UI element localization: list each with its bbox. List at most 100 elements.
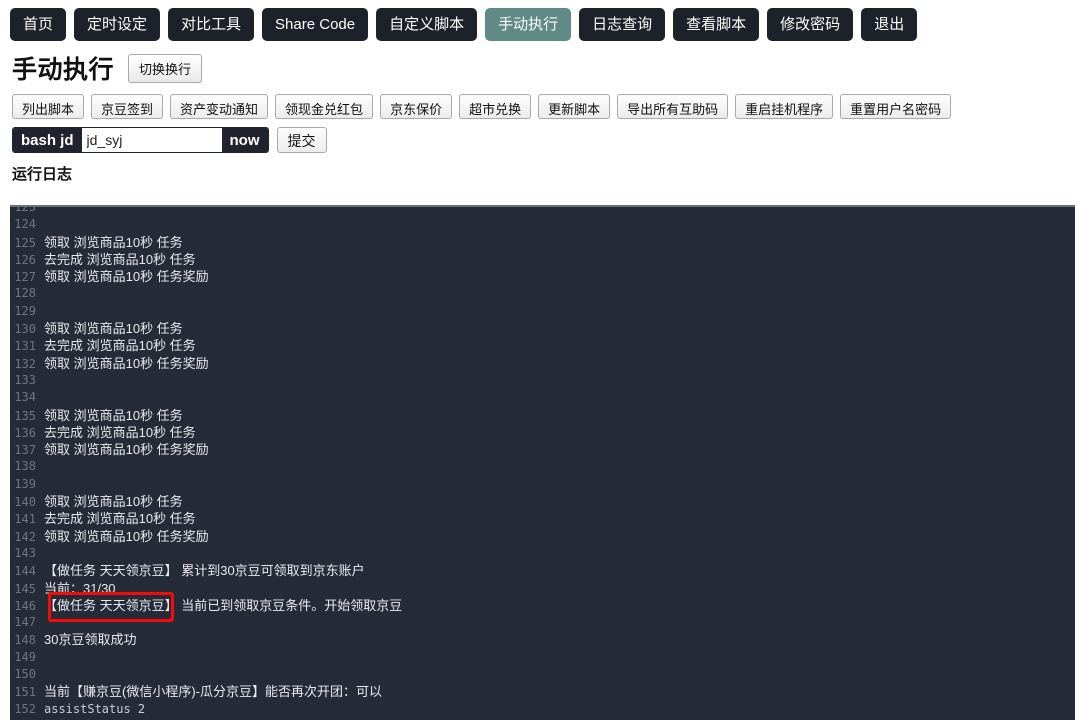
script-button-5[interactable]: 超市兑换 (459, 94, 532, 119)
top-navigation-bar: 首页 定时设定 对比工具 Share Code 自定义脚本 手动执行 日志查询 查看脚本 修改密… (0, 0, 1075, 44)
log-line: 130 领取 浏览商品10秒 任务 (10, 320, 1075, 337)
log-line: 148 30京豆领取成功 (10, 631, 1075, 648)
log-line-text: 去完成 浏览商品10秒 任务 (44, 251, 196, 267)
log-line-number: 126 (14, 252, 36, 267)
log-line-number: 148 (14, 633, 36, 648)
nav-button-6[interactable]: 日志查询 (579, 8, 666, 41)
log-line-text: 领取 浏览商品10秒 任务 (44, 234, 183, 250)
log-line: 136 去完成 浏览商品10秒 任务 (10, 424, 1075, 441)
toggle-wrap-button[interactable]: 切换换行 (128, 53, 203, 83)
log-line: 125 领取 浏览商品10秒 任务 (10, 234, 1075, 251)
log-line-text: 领取 浏览商品10秒 任务 (44, 321, 183, 337)
run-log-title: 运行日志 (12, 166, 73, 183)
log-line-number: 129 (14, 303, 36, 318)
nav-button-2[interactable]: 对比工具 (168, 8, 255, 41)
log-line: 124 (10, 216, 1075, 233)
page-title: 手动执行 (12, 56, 115, 84)
log-line: 141 去完成 浏览商品10秒 任务 (10, 510, 1075, 527)
log-line-number: 133 (14, 372, 36, 387)
nav-button-0[interactable]: 首页 (10, 8, 67, 41)
log-line-text: 【做任务 天天领京豆】 累计到30京豆可领取到京东账户 (44, 563, 365, 579)
run-log-panel[interactable]: 123 124 125 领取 浏览商品10秒 任务 126 去完成 浏览商品10秒 任务 1… (10, 205, 1075, 720)
log-line-number: 144 (14, 564, 36, 579)
log-line-text: 去完成 浏览商品10秒 任务 (44, 338, 196, 354)
log-line: 143 (10, 545, 1075, 562)
log-line: 134 (10, 389, 1075, 406)
log-line: 142 领取 浏览商品10秒 任务奖励 (10, 528, 1075, 545)
command-input-group: bash jd now (12, 127, 269, 153)
script-button-1[interactable]: 京豆签到 (91, 94, 164, 119)
log-line-number: 150 (14, 667, 36, 682)
log-line-number: 125 (14, 235, 36, 250)
command-suffix-label: now (221, 128, 268, 152)
log-line-number: 128 (14, 286, 36, 301)
log-line-number: 143 (14, 545, 36, 560)
log-line: 129 (10, 303, 1075, 320)
log-line-number: 152 (14, 701, 36, 716)
log-line-text: 领取 浏览商品10秒 任务 (44, 494, 183, 510)
log-line: 150 (10, 666, 1075, 683)
log-line-number: 142 (14, 529, 36, 544)
log-line: 138 (10, 458, 1075, 475)
log-line-text: 当前【赚京豆(微信小程序)-瓜分京豆】能否再次开团：可以 (44, 684, 382, 700)
log-line-number: 134 (14, 390, 36, 405)
log-line-number: 149 (14, 649, 36, 664)
log-line-text: assistStatus 2 (44, 701, 146, 716)
script-button-0[interactable]: 列出脚本 (12, 94, 85, 119)
nav-button-3[interactable]: Share Code (262, 8, 369, 41)
log-line-number: 132 (14, 356, 36, 371)
log-line: 137 领取 浏览商品10秒 任务奖励 (10, 441, 1075, 458)
log-line-number: 141 (14, 512, 36, 527)
nav-button-5[interactable]: 手动执行 (485, 8, 572, 41)
log-line: 147 (10, 614, 1075, 631)
log-line-text: 领取 浏览商品10秒 任务奖励 (44, 528, 209, 544)
nav-button-8[interactable]: 修改密码 (767, 8, 854, 41)
script-action-buttons: 列出脚本 京豆签到 资产变动通知 领现金兑红包 京东保价 超市兑换 更新脚本 导出所有互助码重… (0, 84, 1075, 119)
log-line-number: 147 (14, 615, 36, 630)
log-line: 135 领取 浏览商品10秒 任务 (10, 407, 1075, 424)
script-button-4[interactable]: 京东保价 (380, 94, 453, 119)
log-line-text: 当前：31/30 (44, 580, 116, 596)
log-line: 127 领取 浏览商品10秒 任务奖励 (10, 268, 1075, 285)
log-line-number: 151 (14, 685, 36, 700)
nav-button-7[interactable]: 查看脚本 (673, 8, 760, 41)
log-line: 144 【做任务 天天领京豆】 累计到30京豆可领取到京东账户 (10, 562, 1075, 579)
log-line: 123 (10, 205, 1075, 216)
log-line-number: 124 (14, 217, 36, 232)
script-name-input[interactable] (81, 128, 222, 152)
log-line-text: 领取 浏览商品10秒 任务奖励 (44, 269, 209, 285)
script-button-6[interactable]: 更新脚本 (538, 94, 611, 119)
script-button-2[interactable]: 资产变动通知 (170, 94, 269, 119)
nav-button-9[interactable]: 退出 (861, 8, 918, 41)
log-line-text: 领取 浏览商品10秒 任务 (44, 407, 183, 423)
log-line: 133 (10, 372, 1075, 389)
log-line-number: 139 (14, 476, 36, 491)
log-line-number: 127 (14, 270, 36, 285)
log-line-text: 领取 浏览商品10秒 任务奖励 (44, 355, 209, 371)
script-button-7[interactable]: 导出所有互助码 (617, 94, 729, 119)
log-line: 151 当前【赚京豆(微信小程序)-瓜分京豆】能否再次开团：可以 (10, 683, 1075, 700)
log-line-number: 131 (14, 339, 36, 354)
log-line: 149 (10, 649, 1075, 666)
log-line-number: 136 (14, 425, 36, 440)
log-line-number: 135 (14, 408, 36, 423)
log-line-number: 145 (14, 581, 36, 596)
script-button-8[interactable]: 重启挂机程序 (735, 94, 834, 119)
log-line-number: 138 (14, 459, 36, 474)
log-line-number: 123 (14, 205, 36, 214)
log-line-text: 【做任务 天天领京豆】 当前已到领取京豆条件。开始领取京豆 (44, 597, 403, 613)
log-line-number: 137 (14, 443, 36, 458)
log-line-text: 去完成 浏览商品10秒 任务 (44, 424, 196, 440)
page-header: 手动执行 切换换行 (0, 44, 1075, 84)
nav-button-1[interactable]: 定时设定 (74, 8, 161, 41)
script-button-3[interactable]: 领现金兑红包 (275, 94, 374, 119)
command-prefix-label: bash jd (13, 128, 82, 152)
log-line-text: 30京豆领取成功 (44, 632, 137, 648)
submit-button[interactable]: 提交 (276, 127, 327, 153)
script-button-9[interactable]: 重置用户名密码 (840, 94, 952, 119)
log-line: 146 【做任务 天天领京豆】 当前已到领取京豆条件。开始领取京豆 (10, 597, 1075, 614)
nav-button-4[interactable]: 自定义脚本 (376, 8, 478, 41)
log-line: 126 去完成 浏览商品10秒 任务 (10, 251, 1075, 268)
log-line: 131 去完成 浏览商品10秒 任务 (10, 337, 1075, 354)
log-line: 132 领取 浏览商品10秒 任务奖励 (10, 355, 1075, 372)
